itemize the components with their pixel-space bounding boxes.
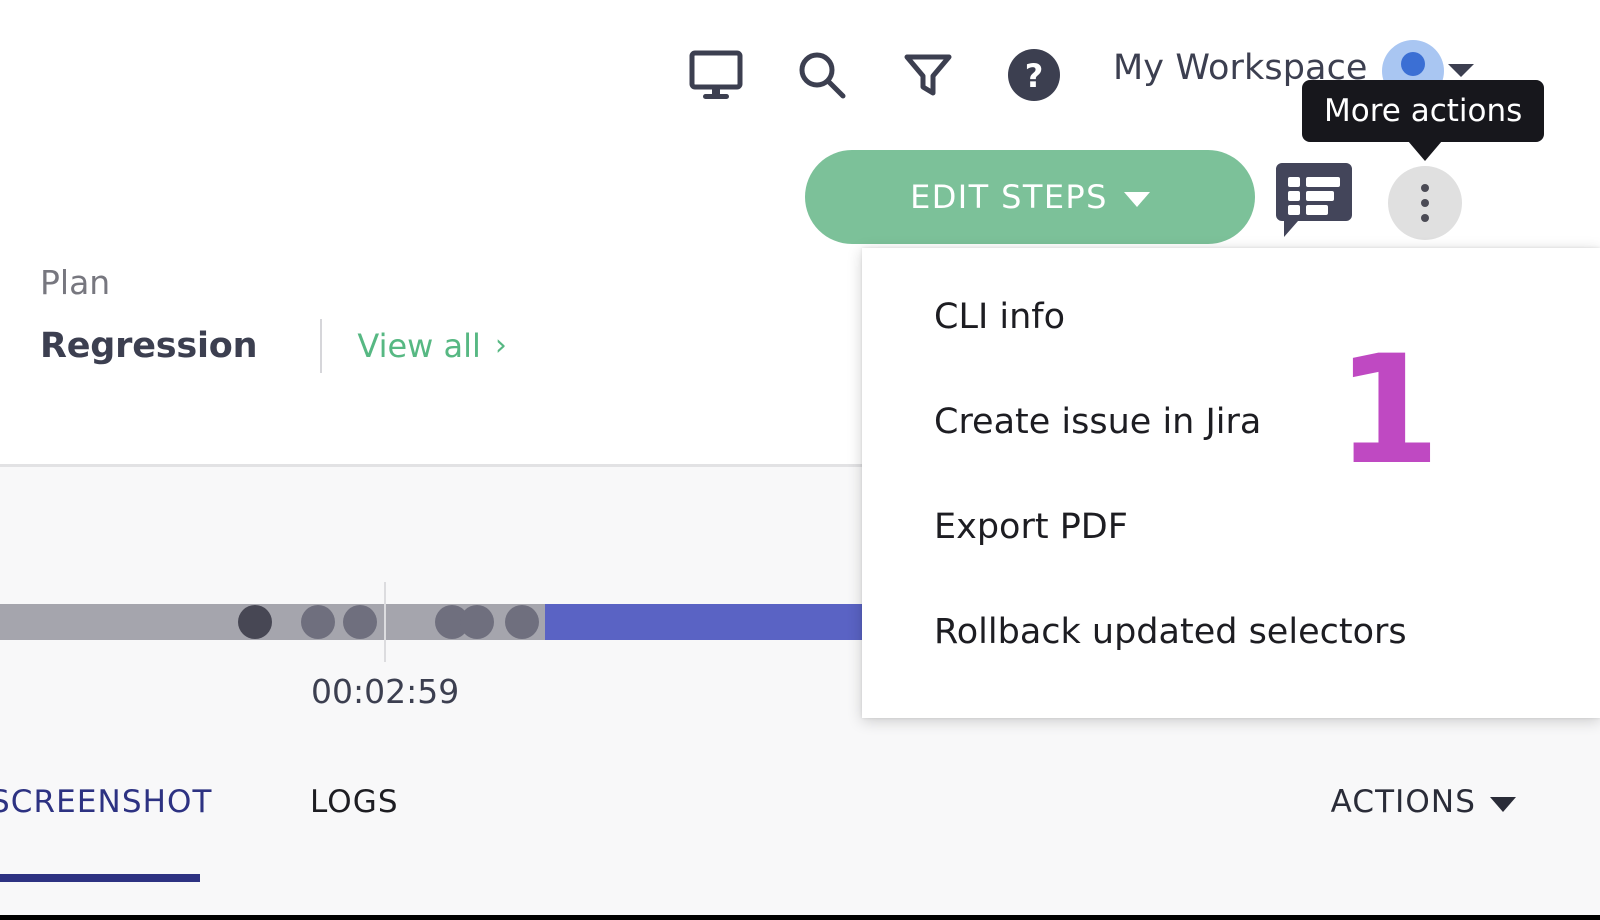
plan-name: Regression [40,326,258,366]
breadcrumb: Plan Regression View all › [40,266,507,373]
tooltip-label: More actions [1324,93,1523,129]
timeline-step-marker[interactable] [343,605,377,639]
actions-label: ACTIONS [1330,784,1476,820]
timeline-step-marker[interactable] [301,605,335,639]
kebab-dot [1421,184,1429,192]
plan-label: Plan [40,263,111,302]
search-icon[interactable] [791,44,853,106]
tooltip-more-actions: More actions [1302,80,1545,161]
bottom-tab-bar: SCREENSHOT LOGS ACTIONS [0,770,1600,890]
monitor-icon[interactable] [685,44,747,106]
view-all-link[interactable]: View all › [357,327,507,365]
plan-row: Regression View all › [40,319,507,373]
kebab-dot [1421,199,1429,207]
header-icon-group: ? [685,44,1065,106]
menu-item-rollback-updated-selectors[interactable]: Rollback updated selectors [862,579,1600,684]
view-all-label: View all [357,327,481,365]
more-actions-menu: CLI info Create issue in Jira Export PDF… [862,248,1600,718]
actions-dropdown-button[interactable]: ACTIONS [1331,784,1516,820]
tab-screenshot[interactable]: SCREENSHOT [0,784,213,820]
timeline-tick [384,582,386,662]
svg-text:?: ? [1025,57,1044,95]
tab-logs[interactable]: LOGS [310,784,399,820]
comment-list-icon[interactable] [1272,163,1356,241]
edit-steps-label: EDIT STEPS [910,178,1108,216]
timeline-timestamp: 00:02:59 [311,672,460,711]
more-actions-button[interactable] [1388,166,1462,240]
avatar-head [1401,52,1425,76]
menu-item-cli-info[interactable]: CLI info [862,264,1600,369]
filter-icon[interactable] [897,44,959,106]
menu-item-create-issue-in-jira[interactable]: Create issue in Jira [862,369,1600,474]
kebab-dot [1421,214,1429,222]
timeline-step-marker[interactable] [505,605,539,639]
active-tab-indicator [0,874,200,882]
vertical-divider [320,319,323,373]
timeline-step-marker[interactable] [238,605,272,639]
chevron-down-icon[interactable] [1448,64,1474,77]
timeline-step-marker[interactable] [460,605,494,639]
chevron-down-icon [1490,797,1516,812]
app-root: ? My Workspace EDIT STEPS More actions P… [0,0,1600,920]
menu-item-export-pdf[interactable]: Export PDF [862,474,1600,579]
chevron-right-icon: › [494,328,507,363]
edit-steps-button[interactable]: EDIT STEPS [805,150,1255,244]
tooltip-pointer [1408,141,1442,161]
help-icon[interactable]: ? [1003,44,1065,106]
chevron-down-icon [1123,191,1150,207]
